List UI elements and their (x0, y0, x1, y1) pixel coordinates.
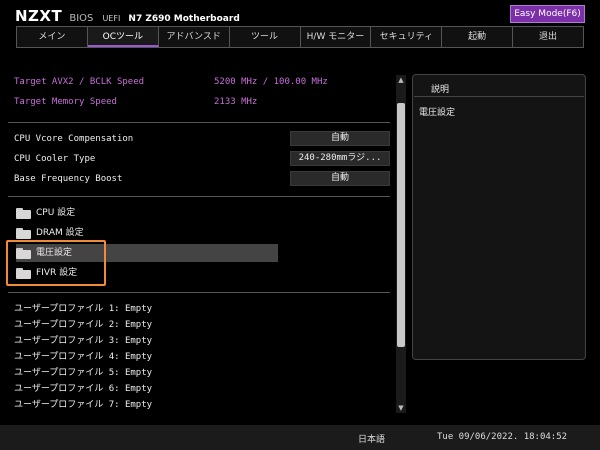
info-label: Target AVX2 / BCLK Speed (14, 77, 145, 87)
scrollbar-thumb[interactable] (397, 103, 405, 347)
tab-boot[interactable]: 起動 (442, 27, 514, 47)
user-profile-item[interactable]: ユーザープロファイル 6: Empty (14, 381, 152, 394)
user-profile-item[interactable]: ユーザープロファイル 7: Empty (14, 397, 152, 410)
info-value: 2133 MHz (214, 97, 258, 107)
setting-value-button[interactable]: 240-280mmラジ... (290, 151, 390, 166)
tab-hw-monitor[interactable]: H/W モニター (301, 27, 372, 47)
setting-label: Base Frequency Boost (14, 174, 123, 184)
divider (8, 292, 390, 293)
nzxt-logo: NZXT (15, 7, 63, 25)
setting-cpu-cooler-type: CPU Cooler Type 240-280mmラジ... (14, 150, 390, 168)
tab-oc-tools[interactable]: OCツール (87, 27, 159, 47)
tab-security[interactable]: セキュリティ (371, 27, 443, 47)
setting-label: CPU Vcore Compensation (14, 134, 134, 144)
info-value: 5200 MHz / 100.00 MHz (214, 77, 328, 87)
divider (8, 122, 390, 123)
scroll-up-icon[interactable]: ▲ (396, 75, 406, 85)
tab-exit[interactable]: 退出 (513, 27, 583, 47)
language-selector[interactable]: 日本語 (358, 432, 385, 445)
user-profile-item[interactable]: ユーザープロファイル 5: Empty (14, 365, 152, 378)
bios-label: BIOS (69, 13, 94, 24)
folder-label: CPU 設定 (36, 208, 76, 218)
setting-base-frequency-boost: Base Frequency Boost 自動 (14, 170, 390, 188)
description-text: 電圧設定 (419, 108, 456, 118)
description-panel: 説明 電圧設定 (412, 74, 586, 360)
divider (414, 96, 584, 97)
datetime-display: Tue 09/06/2022. 18:04:52 (437, 432, 568, 442)
main-content: Target AVX2 / BCLK Speed 5200 MHz / 100.… (0, 48, 600, 425)
info-row-memory-speed: Target Memory Speed 2133 MHz (14, 97, 257, 107)
info-label: Target Memory Speed (14, 97, 117, 107)
setting-value-button[interactable]: 自動 (290, 131, 390, 146)
folder-icon (16, 208, 32, 219)
header-bar: NZXT BIOS UEFI N7 Z690 Motherboard Easy … (0, 0, 600, 26)
footer-bar: 日本語 Tue 09/06/2022. 18:04:52 (0, 425, 600, 450)
uefi-label: UEFI (102, 14, 121, 23)
tab-tools[interactable]: ツール (230, 27, 301, 47)
motherboard-model: N7 Z690 Motherboard (128, 14, 240, 24)
setting-cpu-vcore-compensation: CPU Vcore Compensation 自動 (14, 130, 390, 148)
brand: NZXT BIOS UEFI N7 Z690 Motherboard (15, 6, 240, 25)
folder-icon (16, 228, 32, 239)
setting-label: CPU Cooler Type (14, 154, 96, 164)
scrollbar[interactable]: ▲ ▼ (396, 75, 406, 413)
user-profile-item[interactable]: ユーザープロファイル 4: Empty (14, 349, 152, 362)
folder-cpu-settings[interactable]: CPU 設定 (16, 204, 278, 222)
main-tabs: メイン OCツール アドバンスド ツール H/W モニター セキュリティ 起動 … (16, 26, 584, 48)
user-profile-item[interactable]: ユーザープロファイル 1: Empty (14, 301, 152, 314)
setting-value-button[interactable]: 自動 (290, 171, 390, 186)
divider (8, 196, 390, 197)
highlight-annotation (6, 240, 106, 286)
scroll-down-icon[interactable]: ▼ (396, 403, 406, 413)
description-title: 説明 (431, 85, 450, 95)
settings-panel: Target AVX2 / BCLK Speed 5200 MHz / 100.… (0, 48, 396, 425)
user-profile-item[interactable]: ユーザープロファイル 2: Empty (14, 317, 152, 330)
easy-mode-button[interactable]: Easy Mode(F6) (510, 5, 585, 23)
tab-main[interactable]: メイン (17, 27, 88, 47)
tab-advanced[interactable]: アドバンスド (159, 27, 230, 47)
info-row-avx2-bclk: Target AVX2 / BCLK Speed 5200 MHz / 100.… (14, 77, 328, 87)
user-profile-item[interactable]: ユーザープロファイル 3: Empty (14, 333, 152, 346)
